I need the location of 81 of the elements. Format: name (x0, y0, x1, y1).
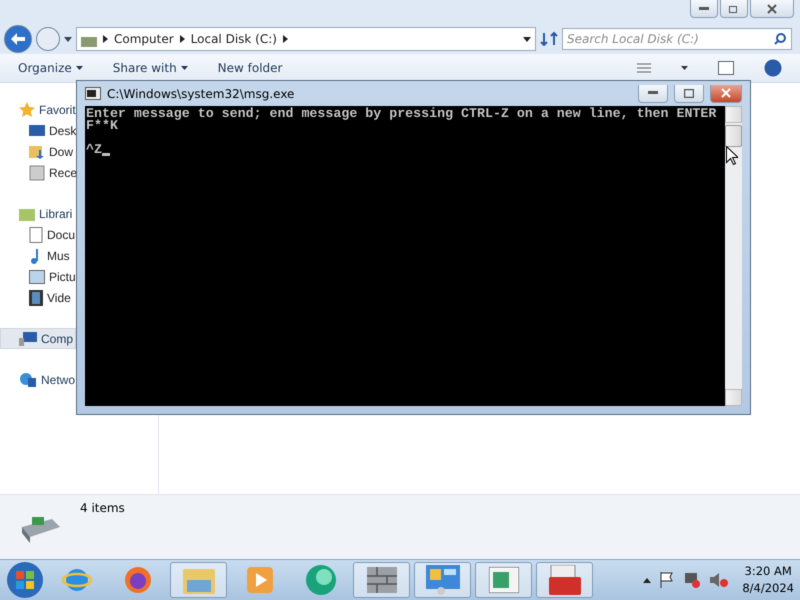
sidebar-item[interactable]: Comp (0, 328, 76, 349)
sidebar-item[interactable]: Desk (0, 120, 80, 141)
folder-icon (182, 566, 214, 594)
console-text: Enter message to send; end message by pressing CTRL-Z on a new line, then ENTER (86, 108, 716, 120)
minimize-icon (699, 6, 709, 10)
document-icon (29, 226, 43, 242)
breadcrumb[interactable]: Local Disk (C:) (190, 32, 277, 46)
network-icon (19, 372, 37, 388)
close-icon (767, 4, 777, 14)
maximize-button[interactable] (674, 84, 704, 102)
clock[interactable]: 3:20 AM 8/4/2024 (742, 563, 794, 597)
sidebar-item[interactable]: Docu (0, 224, 78, 245)
sidebar-item[interactable]: Favorit (0, 99, 79, 120)
sidebar-item[interactable]: Librari (0, 203, 76, 224)
recent-items-icon (29, 164, 45, 180)
sidebar-item[interactable]: Vide (0, 287, 74, 308)
scrollbar[interactable] (725, 106, 742, 406)
preview-pane-icon[interactable] (718, 61, 734, 75)
console-text: F**K (86, 120, 118, 132)
window-title: C:\Windows\system32\msg.exe (107, 86, 294, 100)
chevron-icon (282, 35, 288, 43)
sidebar-item[interactable]: Rece (0, 162, 80, 183)
folder-icon (29, 144, 45, 159)
toolbar-button[interactable]: Organize (18, 61, 83, 75)
computer-icon (19, 332, 37, 346)
caret-icon[interactable] (643, 578, 652, 582)
window-icon (488, 567, 518, 593)
chevron-icon (180, 35, 185, 43)
toolbox-icon (548, 565, 580, 595)
sidebar-item[interactable]: Dow (0, 141, 76, 162)
minimize-button[interactable] (638, 84, 668, 102)
breadcrumb[interactable]: Computer (114, 32, 174, 46)
close-button[interactable] (710, 84, 742, 102)
sidebar-item[interactable]: Netwo (0, 369, 78, 390)
start-button[interactable] (6, 561, 44, 599)
view-icon[interactable] (637, 63, 651, 73)
taskbar-button[interactable] (414, 562, 471, 598)
back-button[interactable] (4, 25, 32, 53)
item-count: 4 items (80, 501, 125, 515)
caret-icon (76, 66, 83, 70)
forward-button[interactable] (36, 27, 60, 51)
control-panel-icon (426, 565, 460, 595)
search-field[interactable]: Search Local Disk (C:) (562, 28, 792, 50)
address-bar[interactable]: Computer Local Disk (C:) (76, 27, 536, 51)
network-error-icon[interactable] (683, 572, 702, 588)
taskbar-button[interactable] (475, 562, 532, 598)
mouse-pointer-icon (726, 146, 738, 166)
caret-icon (681, 66, 688, 70)
chevron-icon (103, 35, 108, 43)
console-text: ^Z (86, 144, 110, 156)
toolbar-button[interactable]: New folder (218, 61, 282, 75)
close-icon (721, 88, 731, 98)
minimize-button[interactable] (690, 0, 718, 18)
taskbar-button[interactable] (353, 562, 410, 598)
monitor-icon (29, 124, 45, 138)
library-folder-icon (19, 206, 35, 220)
toolbar-button[interactable]: Share with (112, 61, 188, 75)
close-button[interactable] (750, 0, 794, 18)
caret-icon (523, 36, 531, 42)
orb-icon (304, 564, 336, 596)
sidebar-item[interactable]: Mus (0, 245, 73, 266)
restore-button[interactable] (720, 0, 748, 18)
image-icon (29, 270, 45, 284)
sidebar-item[interactable]: Pictu (0, 266, 79, 287)
caret-icon (64, 36, 72, 42)
minimize-icon (648, 91, 658, 95)
caret-icon (180, 66, 188, 70)
restore-icon (728, 4, 740, 13)
taskbar-button[interactable] (536, 562, 593, 598)
flag-icon[interactable] (660, 572, 674, 588)
arrow-left-icon (11, 33, 25, 45)
browser-icon (122, 565, 152, 595)
console-icon (85, 87, 101, 100)
help-icon[interactable] (764, 59, 782, 77)
refresh-icon[interactable] (540, 31, 558, 47)
star-icon (19, 102, 35, 118)
film-icon (29, 290, 43, 306)
play-icon (246, 567, 272, 593)
maximize-icon (684, 88, 694, 98)
brick-wall-icon (366, 567, 396, 593)
speaker-muted-icon[interactable] (710, 572, 728, 588)
